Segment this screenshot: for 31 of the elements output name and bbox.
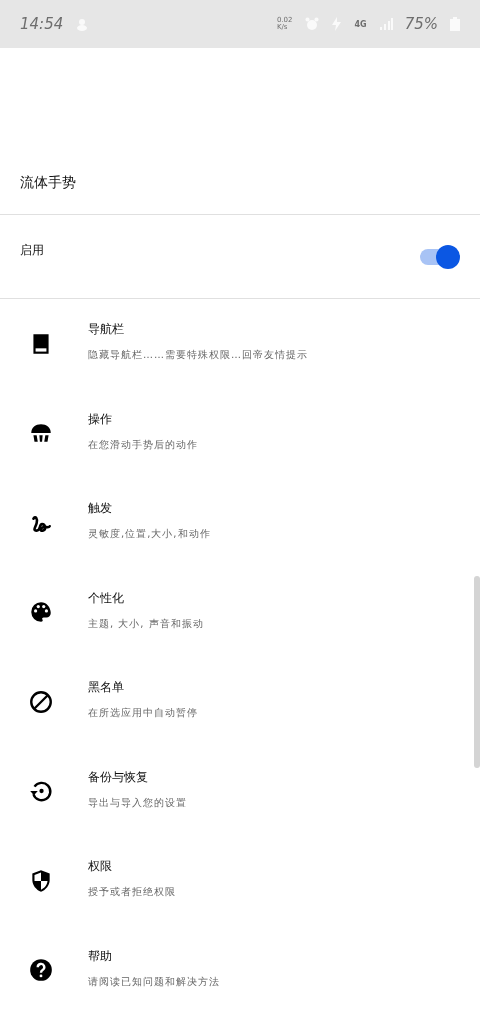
settings-item[interactable]: 帮助 请阅读已知问题和解决方法 — [0, 925, 468, 1013]
help-icon — [28, 957, 54, 984]
setting-label: 启用 — [20, 242, 45, 259]
item-title: 触发 — [88, 500, 113, 518]
item-subtitle: 灵敏度,位置,大小,和动作 — [88, 527, 211, 542]
settings-item[interactable]: 操作 在您滑动手势后的动作 — [0, 388, 468, 478]
item-subtitle: 在您滑动手势后的动作 — [88, 437, 198, 452]
item-title: 导航栏 — [88, 321, 125, 339]
battery-level: 75% — [404, 15, 438, 33]
settings-item[interactable]: 导航栏 隐藏导航栏……需要特殊权限…回帝友情提示 — [0, 299, 468, 389]
item-title: 备份与恢复 — [88, 768, 149, 786]
settings-item[interactable]: 个性化 主题, 大小, 声音和振动 — [0, 567, 468, 657]
item-title: 个性化 — [88, 589, 125, 607]
item-subtitle: 在所选应用中自动暂停 — [88, 706, 198, 721]
network-type: 4G — [354, 19, 367, 29]
item-subtitle: 隐藏导航栏……需要特殊权限…回帝友情提示 — [88, 348, 308, 363]
settings-item[interactable]: 权限 授予或者拒绝权限 — [0, 836, 468, 926]
page-title: 流体手势 — [20, 174, 76, 192]
item-title: 黑名单 — [88, 679, 125, 697]
item-subtitle: 主题, 大小, 声音和振动 — [88, 616, 204, 631]
item-title: 权限 — [88, 858, 113, 876]
item-title: 帮助 — [88, 947, 113, 965]
block-icon — [28, 688, 54, 715]
clock: 14:54 — [20, 15, 64, 33]
item-subtitle: 请阅读已知问题和解决方法 — [88, 974, 220, 989]
item-subtitle: 导出与导入您的设置 — [88, 795, 187, 810]
item-title: 操作 — [88, 410, 113, 428]
settings-item[interactable]: 黑名单 在所选应用中自动暂停 — [0, 657, 468, 747]
settings-item[interactable]: 触发 灵敏度,位置,大小,和动作 — [0, 478, 468, 568]
item-subtitle: 授予或者拒绝权限 — [88, 885, 176, 900]
settings-item[interactable]: 备份与恢复 导出与导入您的设置 — [0, 746, 468, 836]
